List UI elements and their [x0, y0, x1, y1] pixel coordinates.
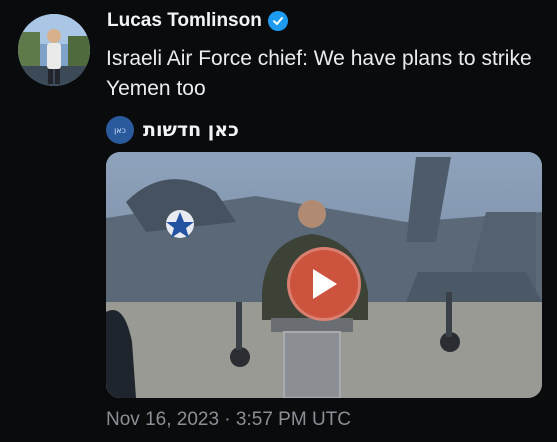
- author-header: Lucas Tomlinson: [107, 10, 288, 32]
- tweet-text: Israeli Air Force chief: We have plans t…: [106, 47, 532, 100]
- video-thumbnail[interactable]: [106, 152, 542, 398]
- avatar[interactable]: [18, 14, 90, 86]
- source-name: כאן חדשות: [143, 119, 239, 141]
- play-button[interactable]: [287, 247, 361, 321]
- verified-badge-icon: [267, 11, 288, 31]
- play-icon: [313, 269, 337, 299]
- tweet-timestamp[interactable]: Nov 16, 2023 · 3:57 PM UTC: [106, 409, 351, 431]
- kan-news-logo-icon: כאן: [106, 116, 134, 144]
- author-name[interactable]: Lucas Tomlinson: [107, 10, 262, 32]
- source-attribution[interactable]: כאן כאן חדשות: [106, 116, 239, 144]
